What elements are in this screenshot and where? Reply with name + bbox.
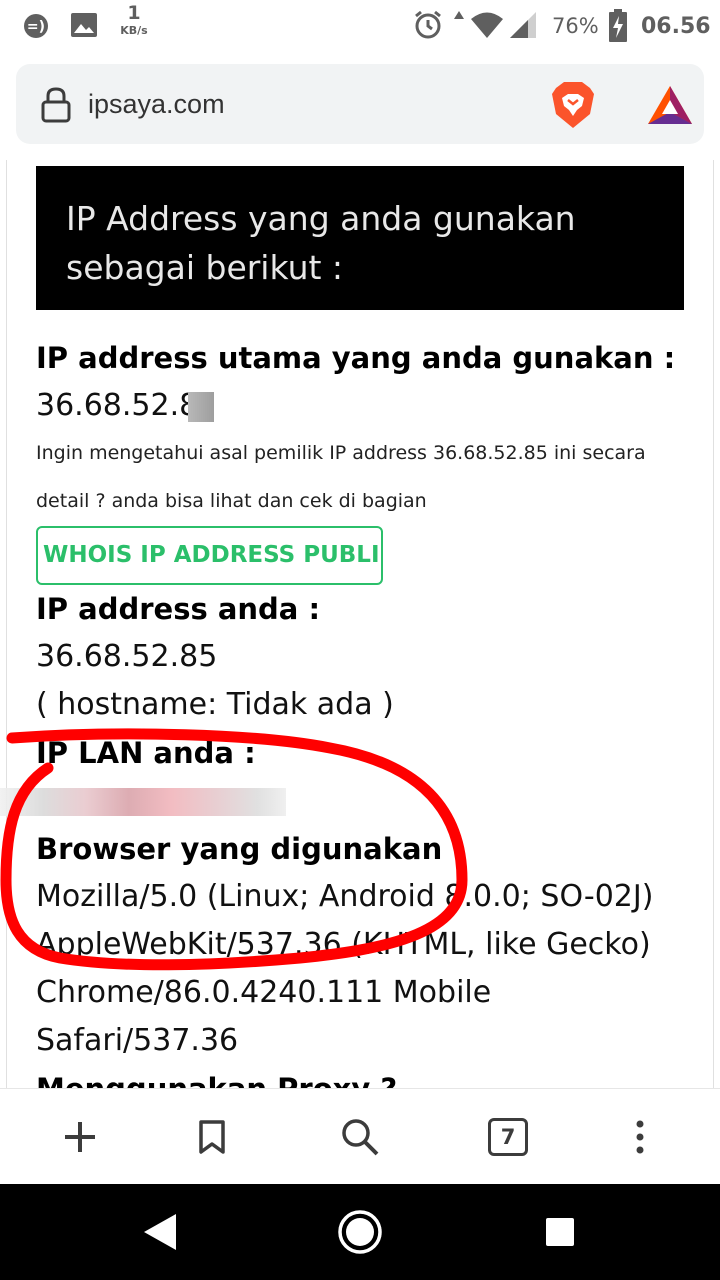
clock: 06.56 xyxy=(641,13,711,39)
browser-line-2: AppleWebKit/537.36 (KHTML, like Gecko) xyxy=(36,927,651,962)
browser-line-4: Safari/537.36 xyxy=(36,1023,239,1058)
battery-charging-icon xyxy=(609,9,627,42)
more-menu-icon xyxy=(636,1120,644,1154)
search-button[interactable] xyxy=(330,1107,390,1167)
network-speed-value: 1 xyxy=(127,2,141,24)
back-icon xyxy=(144,1214,176,1250)
ip-lan-heading: IP LAN anda : xyxy=(36,736,256,770)
status-bar: =) 1 KB/s 76% 06.56 xyxy=(0,0,720,52)
search-icon xyxy=(342,1119,379,1156)
url-text[interactable]: ipsaya.com xyxy=(88,84,225,124)
home-button[interactable] xyxy=(330,1202,390,1262)
info-text-line-2: detail ? anda bisa lihat dan cek di bagi… xyxy=(36,490,427,512)
network-speed: 1 KB/s xyxy=(114,2,154,37)
android-nav-bar xyxy=(0,1184,720,1280)
image-icon xyxy=(71,13,97,37)
info-text-line-1: Ingin mengetahui asal pemilik IP address… xyxy=(36,442,646,464)
bat-rewards-icon[interactable] xyxy=(646,84,694,126)
recents-button[interactable] xyxy=(530,1202,590,1262)
signal-icon xyxy=(510,12,536,38)
back-button[interactable] xyxy=(130,1202,190,1262)
redaction-mark xyxy=(188,392,214,422)
hostname-text: ( hostname: Tidak ada ) xyxy=(36,687,394,722)
wifi-icon xyxy=(471,12,503,38)
network-speed-unit: KB/s xyxy=(120,24,148,37)
ip-address-heading: IP address anda : xyxy=(36,592,321,626)
data-arrows-icon xyxy=(454,11,464,19)
browser-heading: Browser yang digunakan : xyxy=(36,832,464,866)
bookmark-icon xyxy=(199,1120,225,1154)
browser-line-3: Chrome/86.0.4240.111 Mobile xyxy=(36,975,492,1010)
tab-switcher-icon: 7 xyxy=(488,1118,528,1156)
new-tab-button[interactable] xyxy=(50,1107,110,1167)
brave-shields-icon[interactable] xyxy=(550,80,596,130)
web-page[interactable]: IP Address yang anda gunakan sebagai ber… xyxy=(0,160,720,1088)
browser-line-1: Mozilla/5.0 (Linux; Android 8.0.0; SO-02… xyxy=(36,879,654,914)
battery-percent: 76% xyxy=(552,14,599,38)
main-ip-heading: IP address utama yang anda gunakan : xyxy=(36,341,676,375)
tab-switcher-button[interactable]: 7 xyxy=(478,1107,538,1167)
home-icon xyxy=(338,1210,382,1254)
alarm-icon xyxy=(415,10,441,39)
svg-text:=): =) xyxy=(27,19,45,35)
lock-icon xyxy=(41,87,71,123)
new-tab-icon xyxy=(65,1122,95,1152)
browser-top-bar: ipsaya.com xyxy=(0,52,720,160)
dnd-icon: =) xyxy=(24,14,48,38)
main-ip-value: 36.68.52.8 xyxy=(36,388,199,423)
recents-icon xyxy=(546,1218,574,1246)
hero-banner: IP Address yang anda gunakan sebagai ber… xyxy=(36,166,684,310)
proxy-heading: Menggunakan Proxy ? xyxy=(36,1065,686,1088)
address-bar[interactable]: ipsaya.com xyxy=(16,64,704,144)
whois-ip-button[interactable]: WHOIS IP ADDRESS PUBLIK xyxy=(36,526,383,585)
more-menu-button[interactable] xyxy=(610,1107,670,1167)
bottom-toolbar: 7 xyxy=(0,1088,720,1184)
bookmark-button[interactable] xyxy=(182,1107,242,1167)
lan-ip-redaction xyxy=(0,788,286,816)
hero-text: IP Address yang anda gunakan sebagai ber… xyxy=(66,199,576,287)
ip-address-value: 36.68.52.85 xyxy=(36,639,218,674)
